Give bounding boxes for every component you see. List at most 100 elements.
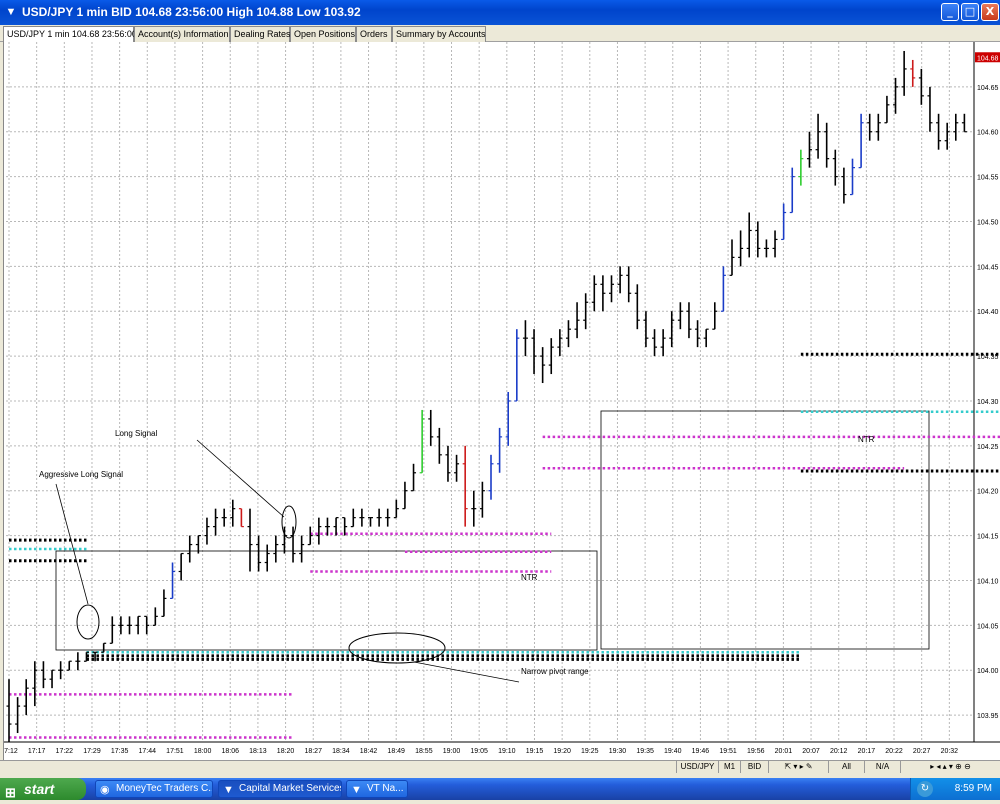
taskbar-item-moneytec[interactable]: ◉ MoneyTec Traders C... xyxy=(95,780,213,798)
x-tick-label: 18:13 xyxy=(249,748,267,755)
y-tick-label: 104.40 xyxy=(977,309,999,316)
ntr-box xyxy=(55,550,598,651)
x-tick-label: 18:06 xyxy=(221,748,239,755)
window-title: USD/JPY 1 min BID 104.68 23:56:00 High 1… xyxy=(22,5,361,19)
y-tick-label: 103.95 xyxy=(977,713,999,720)
y-tick-label: 104.15 xyxy=(977,534,999,541)
y-tick-label: 104.65 xyxy=(977,85,999,92)
tab-summary-by-accounts[interactable]: Summary by Accounts xyxy=(392,26,486,42)
start-button[interactable]: ⊞ start xyxy=(0,778,86,800)
minimize-button[interactable]: _ xyxy=(941,3,959,21)
tray-network-icon[interactable]: ↻ xyxy=(917,781,933,797)
x-tick-label: 19:35 xyxy=(636,748,654,755)
ntr-label: NTR xyxy=(858,435,875,444)
system-tray: ↻ 8:59 PM xyxy=(910,778,1000,800)
status-tools[interactable]: ⇱ ▾ ▸ ✎ xyxy=(768,761,828,773)
browser-icon: ◉ xyxy=(100,784,110,796)
status-timeframe[interactable]: M1 xyxy=(718,761,740,773)
annotation-pointer xyxy=(413,661,520,683)
status-range[interactable]: All xyxy=(828,761,864,773)
taskbar-item-vt[interactable]: ▼ VT Na... xyxy=(346,780,408,798)
clock: 8:59 PM xyxy=(954,783,992,794)
status-na[interactable]: N/A xyxy=(864,761,900,773)
close-button[interactable]: X xyxy=(981,3,999,21)
y-tick-label: 104.45 xyxy=(977,264,999,271)
y-tick-label: 104.10 xyxy=(977,578,999,585)
x-tick-label: 18:20 xyxy=(277,748,295,755)
annotation-pointer xyxy=(196,439,285,518)
ntr-box xyxy=(600,410,930,650)
x-tick-label: 19:46 xyxy=(692,748,710,755)
x-tick-label: 19:05 xyxy=(470,748,488,755)
taskbar-item-label: VT Na... xyxy=(367,783,404,794)
x-tick-label: 19:15 xyxy=(526,748,544,755)
aggressive-long-signal-label: Aggressive Long Signal xyxy=(39,470,123,479)
annotation-pointer xyxy=(55,483,89,605)
x-tick-label: 18:34 xyxy=(332,748,350,755)
price-chart[interactable]: 17:12 17:17 17:22 17:29 17:35 17:44 17:51 18:00… xyxy=(4,42,1000,760)
tab-orders[interactable]: Orders xyxy=(356,26,392,42)
chart-area[interactable]: 17:12 17:17 17:22 17:29 17:35 17:44 17:51 18:00… xyxy=(3,42,1000,760)
tab-open-positions[interactable]: Open Positions xyxy=(290,26,356,42)
app-icon: ▼ xyxy=(223,784,234,796)
x-tick-label: 19:51 xyxy=(719,748,737,755)
x-tick-label: 17:51 xyxy=(166,748,184,755)
tab-bar: USD/JPY 1 min 104.68 23:56:00 Account(s)… xyxy=(0,25,1000,42)
long-signal-marker xyxy=(281,505,297,539)
x-tick-label: 20:12 xyxy=(830,748,848,755)
y-tick-label: 104.50 xyxy=(977,219,999,226)
taskbar-item-capital-market[interactable]: ▼ Capital Market Services xyxy=(218,780,342,798)
x-tick-label: 19:00 xyxy=(443,748,461,755)
x-tick-label: 18:00 xyxy=(194,748,212,755)
status-symbol[interactable]: USD/JPY xyxy=(676,761,718,773)
status-price-type[interactable]: BID xyxy=(740,761,768,773)
app-icon: ▼ xyxy=(351,784,362,796)
taskbar-item-label: Capital Market Services xyxy=(239,783,342,794)
y-tick-label: 104.30 xyxy=(977,399,999,406)
long-signal-label: Long Signal xyxy=(115,429,157,438)
x-tick-label: 17:17 xyxy=(28,748,46,755)
x-tick-label: 19:10 xyxy=(498,748,516,755)
y-tick-label: 104.55 xyxy=(977,175,999,182)
y-tick-label: 104.60 xyxy=(977,130,999,137)
x-tick-label: 19:30 xyxy=(609,748,627,755)
app-icon: ▼ xyxy=(5,6,17,18)
x-tick-label: 20:01 xyxy=(775,748,793,755)
x-tick-label: 20:22 xyxy=(885,748,903,755)
current-price-label: 104.68 xyxy=(977,55,999,62)
y-tick-label: 104.20 xyxy=(977,489,999,496)
y-tick-label: 104.00 xyxy=(977,668,999,675)
status-zoom-tools[interactable]: ▸ ◂ ▴ ▾ ⊕ ⊖ xyxy=(900,761,1000,773)
y-tick-label: 104.05 xyxy=(977,623,999,630)
maximize-button[interactable]: □ xyxy=(961,3,979,21)
ntr-label: NTR xyxy=(521,573,538,582)
x-tick-label: 18:27 xyxy=(304,748,322,755)
windows-taskbar: ⊞ start ◉ MoneyTec Traders C... ▼ Capita… xyxy=(0,778,1000,800)
x-tick-label: 17:12 xyxy=(4,748,18,755)
x-tick-label: 20:07 xyxy=(802,748,820,755)
start-label: start xyxy=(24,781,55,797)
x-tick-label: 17:44 xyxy=(139,748,157,755)
chart-status-bar: USD/JPY M1 BID ⇱ ▾ ▸ ✎ All N/A ▸ ◂ ▴ ▾ ⊕… xyxy=(0,760,1000,773)
x-tick-label: 20:17 xyxy=(858,748,876,755)
x-tick-label: 20:27 xyxy=(913,748,931,755)
x-tick-label: 18:42 xyxy=(360,748,378,755)
aggressive-signal-marker xyxy=(76,604,100,640)
taskbar-item-label: MoneyTec Traders C... xyxy=(116,783,213,794)
x-tick-label: 19:56 xyxy=(747,748,765,755)
y-tick-label: 104.25 xyxy=(977,444,999,451)
x-tick-label: 19:25 xyxy=(581,748,599,755)
narrow-pivot-range-label: Narrow pivot range xyxy=(521,667,589,676)
tab-chart[interactable]: USD/JPY 1 min 104.68 23:56:00 xyxy=(3,26,137,42)
x-tick-label: 19:40 xyxy=(664,748,682,755)
tab-dealing-rates[interactable]: Dealing Rates xyxy=(230,26,291,42)
windows-logo-icon: ⊞ xyxy=(5,785,16,800)
tab-account-information[interactable]: Account(s) Information xyxy=(134,26,230,42)
x-tick-label: 17:22 xyxy=(56,748,74,755)
x-tick-label: 17:29 xyxy=(83,748,101,755)
x-tick-label: 17:35 xyxy=(111,748,129,755)
x-tick-label: 18:55 xyxy=(415,748,433,755)
x-tick-label: 19:20 xyxy=(553,748,571,755)
window-titlebar[interactable]: ▼ USD/JPY 1 min BID 104.68 23:56:00 High… xyxy=(0,0,1000,25)
x-tick-label: 20:32 xyxy=(941,748,959,755)
